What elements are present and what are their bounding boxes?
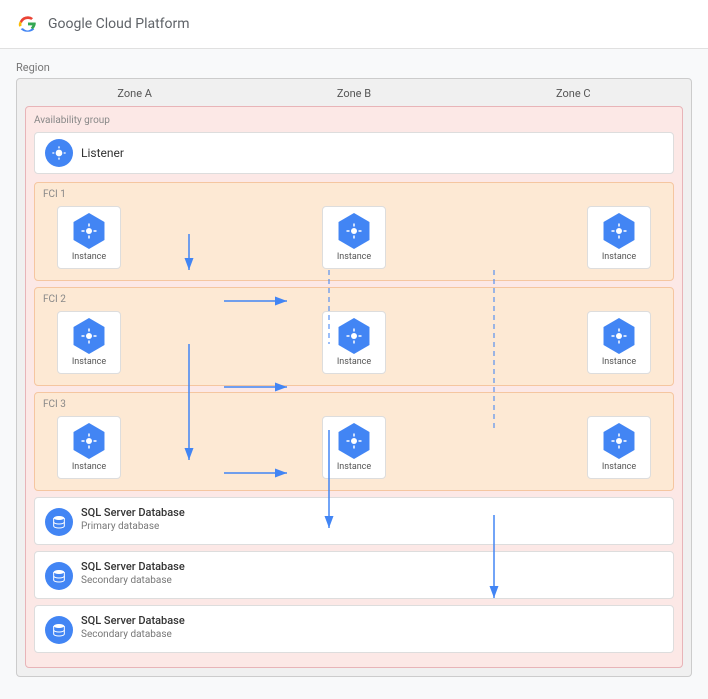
diagram-wrapper: FCI 1 Instance xyxy=(34,182,674,653)
db-secondary-1-subtitle: Secondary database xyxy=(81,575,185,586)
instance-c-svg xyxy=(610,222,628,240)
fci2-instance-c: Instance xyxy=(587,311,651,374)
fci2-instance-a-label: Instance xyxy=(72,357,106,367)
zone-b-label: Zone B xyxy=(244,87,463,100)
fci1-instance-a: Instance xyxy=(57,206,121,269)
fci1-instance-c-icon xyxy=(601,213,637,249)
logo-container: Google Cloud Platform xyxy=(16,12,190,36)
instance-a-svg xyxy=(80,222,98,240)
fci2-instance-b-label: Instance xyxy=(337,357,371,367)
fci-3-section: FCI 3 Instance Instance xyxy=(34,392,674,491)
region-box: Zone A Zone B Zone C Availability group … xyxy=(16,78,692,677)
zones-row: Zone A Zone B Zone C xyxy=(25,87,683,100)
fci3-instance-b: Instance xyxy=(322,416,386,479)
listener-text: Listener xyxy=(81,146,124,160)
fci-2-label: FCI 2 xyxy=(43,294,665,305)
listener-bar: Listener xyxy=(34,132,674,174)
fci1-instance-a-label: Instance xyxy=(72,252,106,262)
zone-c-label: Zone C xyxy=(464,87,683,100)
fci2-instance-b: Instance xyxy=(322,311,386,374)
region-label: Region xyxy=(16,61,692,74)
zone-a-label: Zone A xyxy=(25,87,244,100)
db-secondary-1-text: SQL Server Database Secondary database xyxy=(81,560,185,586)
fci1-instance-a-icon xyxy=(71,213,107,249)
fci3-instance-c-label: Instance xyxy=(602,462,636,472)
listener-icon xyxy=(45,139,73,167)
fci3-instance-a: Instance xyxy=(57,416,121,479)
fci3-instance-b-label: Instance xyxy=(337,462,371,472)
fci-3-label: FCI 3 xyxy=(43,399,665,410)
db-secondary-2-title: SQL Server Database xyxy=(81,614,185,627)
availability-group: Availability group Listener FCI 1 xyxy=(25,106,683,668)
db-secondary-2-icon xyxy=(45,616,73,644)
fci1-instance-b-label: Instance xyxy=(337,252,371,262)
gcp-logo-icon xyxy=(16,12,40,36)
fci3-instance-a-label: Instance xyxy=(72,462,106,472)
instance-b-svg xyxy=(345,222,363,240)
db-secondary-2-subtitle: Secondary database xyxy=(81,629,185,640)
fci3-instance-c: Instance xyxy=(587,416,651,479)
db-primary-icon xyxy=(45,508,73,536)
db-secondary-1-title: SQL Server Database xyxy=(81,560,185,573)
fci-1-section: FCI 1 Instance xyxy=(34,182,674,281)
db-secondary-2-text: SQL Server Database Secondary database xyxy=(81,614,185,640)
fci2-instance-c-label: Instance xyxy=(602,357,636,367)
db-primary-subtitle: Primary database xyxy=(81,521,185,532)
fci2-instance-a: Instance xyxy=(57,311,121,374)
fci1-instance-c: Instance xyxy=(587,206,651,269)
app-title: Google Cloud Platform xyxy=(48,16,190,32)
fci3-instance-b-icon xyxy=(336,423,372,459)
availability-group-label: Availability group xyxy=(34,115,674,126)
listener-svg-icon xyxy=(51,145,67,161)
fci2-instance-b-icon xyxy=(336,318,372,354)
fci2-instance-a-icon xyxy=(71,318,107,354)
db-primary-text: SQL Server Database Primary database xyxy=(81,506,185,532)
fci-2-section: FCI 2 Instance Instance xyxy=(34,287,674,386)
db-primary: SQL Server Database Primary database xyxy=(34,497,674,545)
fci1-instance-b: Instance xyxy=(322,206,386,269)
fci3-instance-a-icon xyxy=(71,423,107,459)
fci3-instance-c-icon xyxy=(601,423,637,459)
fci2-instance-c-icon xyxy=(601,318,637,354)
db-secondary-1-icon xyxy=(45,562,73,590)
fci-1-label: FCI 1 xyxy=(43,189,665,200)
main-content: Region Zone A Zone B Zone C Availability… xyxy=(0,49,708,689)
fci1-instance-b-icon xyxy=(336,213,372,249)
db-secondary-1: SQL Server Database Secondary database xyxy=(34,551,674,599)
app-header: Google Cloud Platform xyxy=(0,0,708,49)
db-primary-title: SQL Server Database xyxy=(81,506,185,519)
db-secondary-2: SQL Server Database Secondary database xyxy=(34,605,674,653)
fci1-instance-c-label: Instance xyxy=(602,252,636,262)
